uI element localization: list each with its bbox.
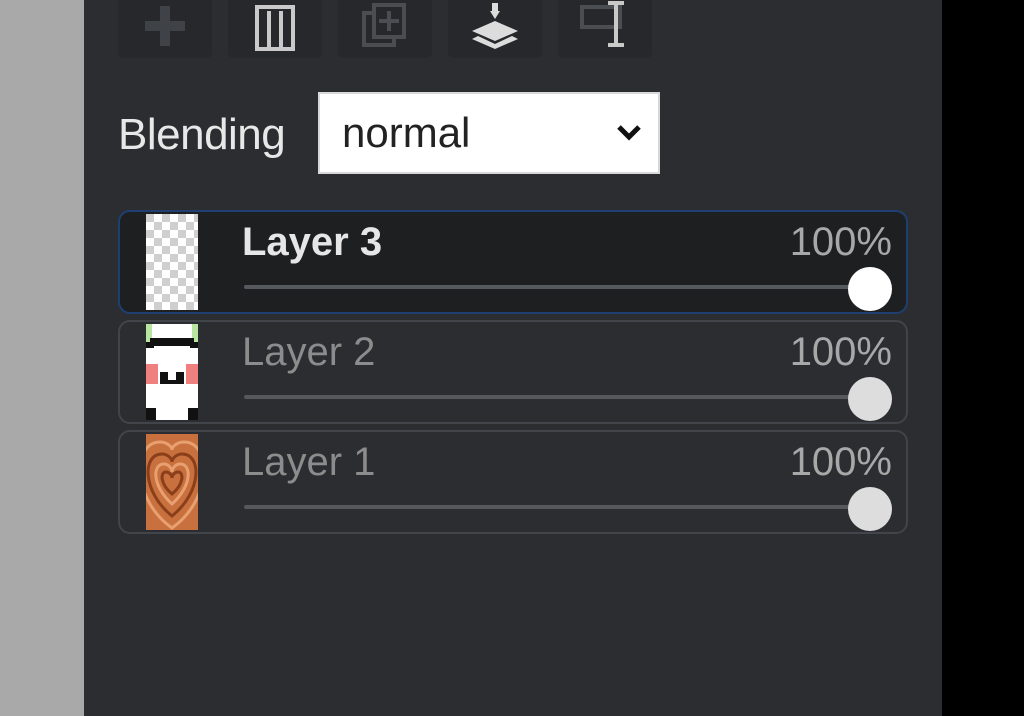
- merge-down-icon: [472, 3, 518, 49]
- duplicate-icon: [362, 3, 406, 47]
- layer-opacity-value: 100%: [789, 220, 892, 264]
- layer-thumbnail: [146, 214, 198, 310]
- layer-opacity-value: 100%: [789, 330, 892, 374]
- layer-thumbnail: [146, 324, 198, 420]
- merge-down-button[interactable]: [448, 0, 542, 58]
- opacity-slider[interactable]: [244, 505, 870, 509]
- layer-row-3[interactable]: Layer 3 100%: [118, 210, 908, 314]
- blending-mode-select[interactable]: normal: [318, 92, 660, 174]
- trash-icon: [255, 5, 295, 51]
- delete-layer-button[interactable]: [228, 0, 322, 58]
- layer-row-1[interactable]: Layer 1 100%: [118, 430, 908, 534]
- layer-opacity-value: 100%: [789, 440, 892, 484]
- chevron-down-icon: [617, 125, 641, 141]
- blending-mode-value: normal: [342, 109, 471, 156]
- opacity-slider[interactable]: [244, 395, 870, 399]
- layer-name: Layer 2: [242, 330, 376, 374]
- layer-properties-icon: [580, 1, 624, 47]
- layers-panel-screen: Blending normal Layer 3 100% Layer 2 100…: [0, 0, 1024, 716]
- canvas-gutter: [0, 0, 84, 716]
- layer-toolbar: [118, 0, 652, 58]
- opacity-slider[interactable]: [244, 285, 870, 289]
- layer-properties-button[interactable]: [558, 0, 652, 58]
- layer-thumbnail: [146, 434, 198, 530]
- opacity-slider-knob[interactable]: [848, 267, 892, 311]
- window-edge: [942, 0, 1024, 716]
- layer-row-2[interactable]: Layer 2 100%: [118, 320, 908, 424]
- layer-name: Layer 3: [242, 220, 383, 264]
- duplicate-layer-button[interactable]: [338, 0, 432, 58]
- add-layer-button[interactable]: [118, 0, 212, 58]
- add-layer-icon: [145, 6, 185, 46]
- opacity-slider-knob[interactable]: [848, 377, 892, 421]
- blending-label: Blending: [118, 110, 286, 159]
- opacity-slider-knob[interactable]: [848, 487, 892, 531]
- layer-name: Layer 1: [242, 440, 376, 484]
